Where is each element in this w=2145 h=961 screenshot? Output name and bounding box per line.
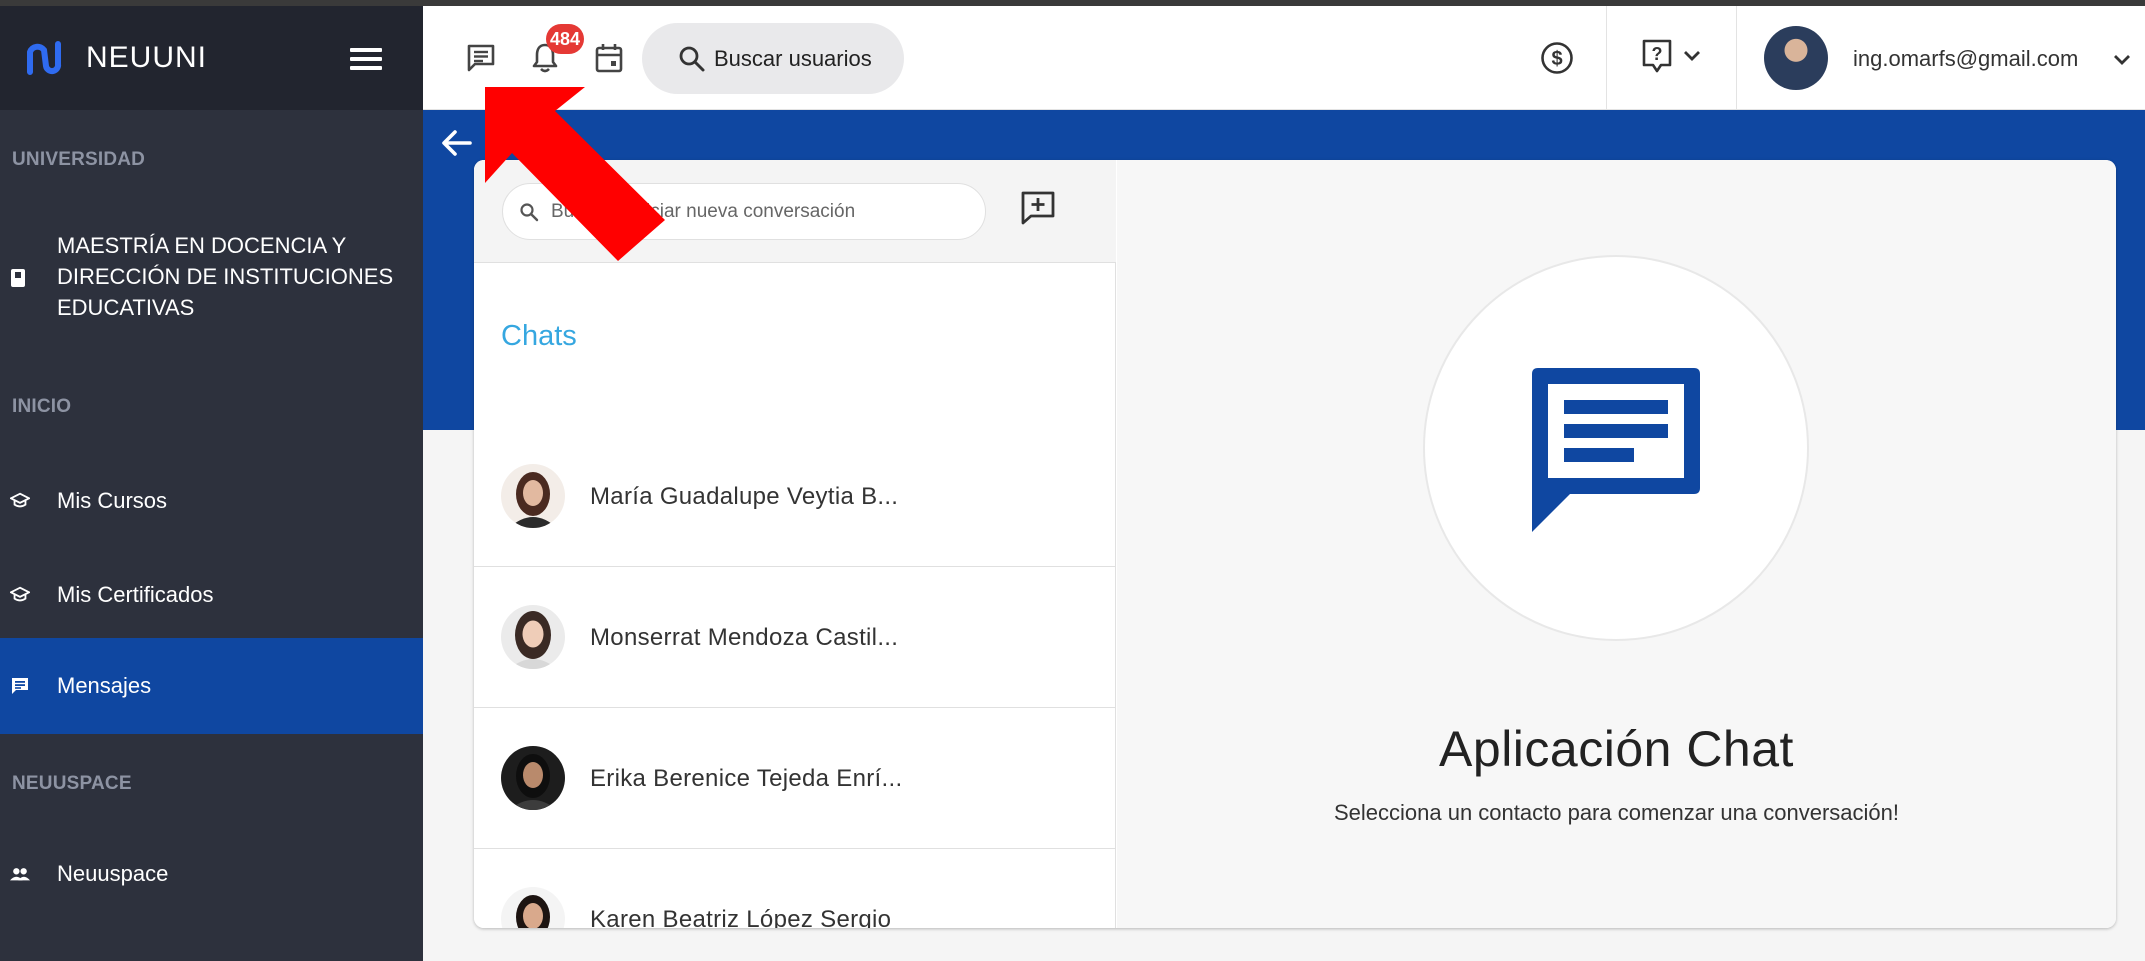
contact-avatar (501, 746, 565, 810)
graduation-cap-icon (10, 585, 30, 605)
sidebar-item-label: Neuuspace (57, 861, 169, 886)
svg-text:$: $ (1551, 48, 1562, 70)
top-bar: 484 Buscar usuarios $ ? ing.omarfs@gmail… (423, 6, 2145, 110)
svg-text:?: ? (1652, 44, 1663, 64)
chevron-down-icon[interactable] (2113, 54, 2131, 66)
contact-name: Monserrat Mendoza Castil... (590, 624, 899, 651)
chat-app-subtitle: Selecciona un contacto para comenzar una… (1333, 800, 1899, 825)
help-icon: ? (1642, 39, 1672, 73)
graduation-cap-icon (10, 491, 30, 511)
menu-toggle-icon[interactable] (350, 48, 382, 70)
section-label-universidad: UNIVERSIDAD (12, 149, 146, 170)
sidebar-item-label: Mis Cursos (57, 488, 168, 513)
annotation-arrow-icon (485, 87, 665, 261)
sidebar-item-mis-cursos[interactable]: Mis Cursos (0, 466, 423, 536)
chat-illustration (1423, 255, 1809, 641)
new-chat-icon[interactable] (1020, 190, 1056, 226)
neuuni-logo-icon[interactable] (24, 38, 64, 78)
topbar-divider (1606, 6, 1607, 110)
contact-avatar (501, 605, 565, 669)
book-icon (11, 269, 25, 287)
chat-bubble-icon (1532, 368, 1700, 532)
topbar-divider (1736, 6, 1737, 110)
sidebar-item-label: Mis Certificados (57, 582, 214, 607)
sidebar: NEUUNI UNIVERSIDAD MAESTRÍA EN DOCENCIA … (0, 6, 423, 961)
contact-list-item[interactable]: María Guadalupe Veytia B... (474, 426, 1116, 567)
brand-header: NEUUNI (0, 6, 423, 110)
search-icon (679, 46, 705, 71)
people-icon (10, 864, 30, 884)
help-dropdown[interactable]: ? (1636, 36, 1706, 76)
conversation-panel: Chats María Guadalupe Veytia B... Monser… (474, 160, 1116, 928)
contact-list-item[interactable]: Karen Beatriz López Sergio (474, 849, 1116, 928)
chevron-down-icon (1684, 51, 1700, 61)
message-icon (10, 676, 30, 696)
sidebar-item-mis-certificados[interactable]: Mis Certificados (0, 560, 423, 630)
sidebar-item-label: Mensajes (57, 673, 152, 698)
messages-icon[interactable] (463, 40, 499, 76)
chats-title: Chats (501, 320, 577, 352)
dollar-icon[interactable]: $ (1538, 39, 1576, 77)
chat-app-title: Aplicación Chat (1439, 721, 1794, 777)
back-arrow-icon[interactable] (440, 128, 472, 158)
search-users-label: Buscar usuarios (714, 45, 872, 71)
contact-avatar (501, 464, 565, 528)
user-email[interactable]: ing.omarfs@gmail.com (1853, 46, 2078, 72)
section-label-neuuspace: NEUUSPACE (12, 773, 132, 794)
sidebar-item-mensajes[interactable]: Mensajes (0, 638, 423, 734)
contact-name: Karen Beatriz López Sergio (590, 906, 892, 928)
contact-avatar (501, 887, 565, 928)
contact-name: María Guadalupe Veytia B... (590, 483, 899, 510)
chat-card: Chats María Guadalupe Veytia B... Monser… (474, 160, 2116, 928)
brand-name: NEUUNI (86, 41, 208, 74)
section-label-inicio: INICIO (12, 396, 72, 417)
notification-badge: 484 (546, 24, 584, 54)
calendar-icon[interactable] (591, 40, 627, 76)
search-users-button[interactable]: Buscar usuarios (642, 23, 904, 94)
contact-list-item[interactable]: Erika Berenice Tejeda Enrí... (474, 708, 1116, 849)
program-name: MAESTRÍA EN DOCENCIA Y DIRECCIÓN DE INST… (57, 233, 394, 320)
contact-name: Erika Berenice Tejeda Enrí... (590, 765, 903, 792)
contact-list-item[interactable]: Monserrat Mendoza Castil... (474, 567, 1116, 708)
chat-welcome-panel: Aplicación Chat Selecciona un contacto p… (1117, 160, 2116, 928)
sidebar-item-neuuspace[interactable]: Neuuspace (0, 839, 423, 909)
user-avatar[interactable] (1764, 26, 1828, 90)
